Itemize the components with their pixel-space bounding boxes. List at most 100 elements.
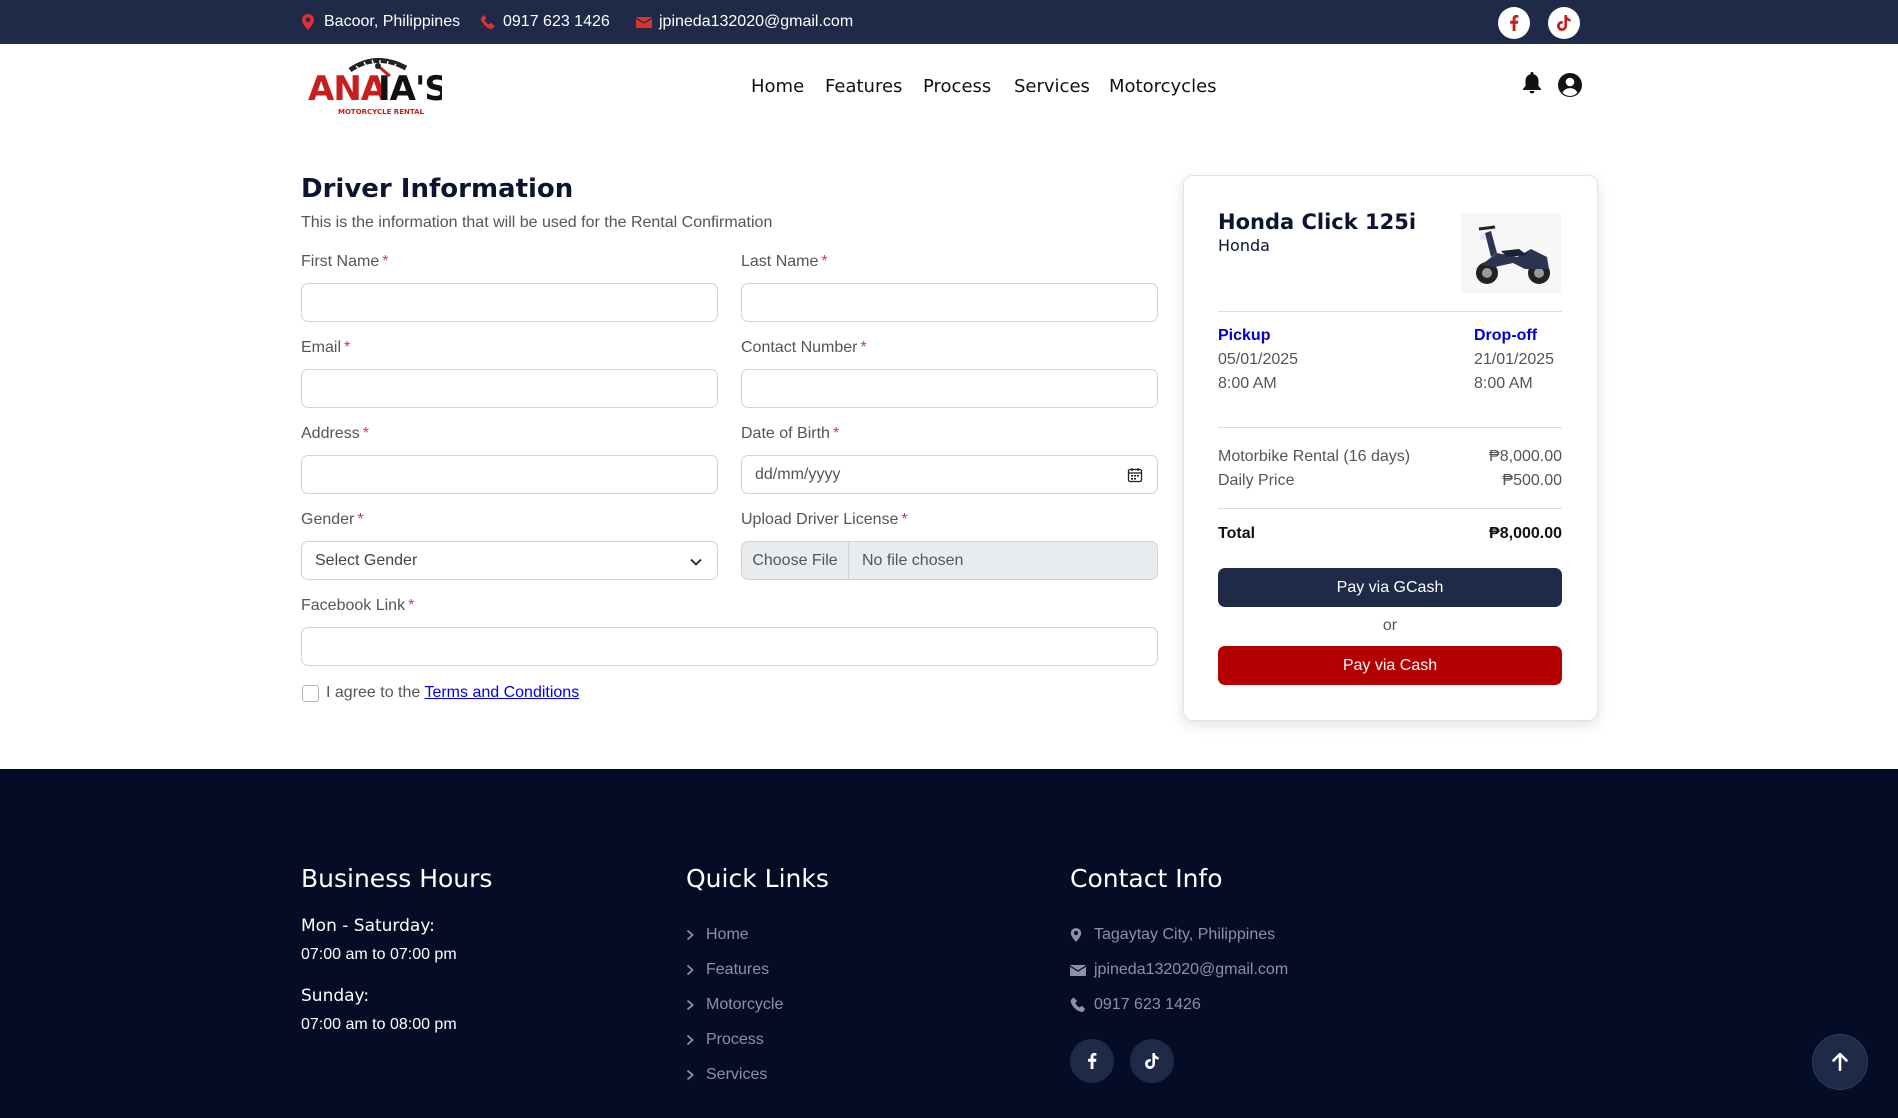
topbar-phone: 0917 623 1426: [480, 0, 610, 44]
nav-features[interactable]: Features: [825, 76, 902, 97]
back-to-top-button[interactable]: [1812, 1034, 1868, 1090]
nav-services[interactable]: Services: [1014, 76, 1090, 97]
tiktok-icon: [1557, 15, 1571, 31]
gender-label-text: Gender: [301, 511, 355, 528]
footer-phone: 0917 623 1426: [1070, 996, 1201, 1014]
terms-checkbox[interactable]: [302, 685, 319, 702]
rental-value: ₱8,000.00: [1489, 448, 1562, 465]
date-of-birth-placeholder: dd/mm/yyyy: [755, 466, 841, 483]
pay-cash-button[interactable]: Pay via Cash: [1218, 646, 1562, 685]
footer-link-label: Features: [706, 961, 770, 978]
footer-tiktok-button[interactable]: [1130, 1039, 1174, 1083]
address-input[interactable]: [301, 455, 718, 494]
map-pin-icon: [1070, 927, 1086, 943]
motorcycle-brand: Honda: [1218, 236, 1270, 255]
map-pin-icon: [301, 14, 317, 30]
first-name-label: First Name *: [301, 253, 388, 271]
email-input[interactable]: [301, 369, 718, 408]
contact-number-label: Contact Number *: [741, 339, 867, 357]
required-mark: *: [860, 339, 867, 356]
chevron-right-icon: [686, 1069, 694, 1081]
top-info-bar: Bacoor, Philippines 0917 623 1426 jpined…: [0, 0, 1898, 44]
footer-facebook-button[interactable]: [1070, 1039, 1114, 1083]
footer-link-label: Motorcycle: [706, 996, 784, 1013]
date-of-birth-label: Date of Birth *: [741, 425, 839, 443]
last-name-label: Last Name *: [741, 253, 828, 271]
notifications-button[interactable]: [1522, 72, 1544, 96]
envelope-icon: [636, 14, 652, 30]
driver-license-file-input[interactable]: Choose File No file chosen: [741, 541, 1158, 580]
no-file-chosen-text: No file chosen: [862, 552, 964, 569]
pickup-label: Pickup: [1218, 327, 1271, 344]
email-label: Email *: [301, 339, 350, 357]
rental-label: Motorbike Rental (16 days): [1218, 448, 1411, 465]
required-mark: *: [344, 339, 351, 356]
user-circle-icon: [1558, 73, 1582, 97]
or-separator: or: [1382, 617, 1398, 634]
first-name-input[interactable]: [301, 283, 718, 322]
chevron-down-icon: [690, 558, 702, 566]
facebook-icon: [1510, 15, 1519, 31]
contact-number-input[interactable]: [741, 369, 1158, 408]
brand-logo[interactable]: ANA IA'S MOTORCYCLE RENTAL: [306, 54, 449, 120]
footer-email[interactable]: jpineda132020@gmail.com: [1070, 961, 1288, 979]
footer-email-text: jpineda132020@gmail.com: [1094, 961, 1289, 978]
business-hours-title: Business Hours: [301, 864, 493, 893]
motorcycle-name: Honda Click 125i: [1218, 210, 1417, 234]
last-name-input[interactable]: [741, 283, 1158, 322]
terms-agreement-text: I agree to the: [326, 684, 421, 701]
topbar-tiktok-button[interactable]: [1548, 7, 1580, 39]
quick-links-title: Quick Links: [686, 864, 829, 893]
user-account-button[interactable]: [1557, 72, 1583, 98]
calendar-icon[interactable]: [1127, 467, 1143, 483]
total-label: Total: [1218, 525, 1256, 542]
footer-link-label: Process: [706, 1031, 764, 1048]
weekday-label: Mon - Saturday:: [301, 916, 435, 936]
chevron-right-icon: [686, 1034, 694, 1046]
contact-number-label-text: Contact Number: [741, 339, 858, 356]
footer-location: Tagaytay City, Philippines: [1070, 926, 1275, 944]
footer-location-text: Tagaytay City, Philippines: [1094, 926, 1276, 943]
terms-link[interactable]: Terms and Conditions: [424, 684, 579, 701]
svg-text:ANA: ANA: [308, 69, 388, 109]
weekday-hours: 07:00 am to 07:00 pm: [301, 946, 457, 963]
driver-license-label-text: Upload Driver License: [741, 511, 899, 528]
svg-text:IA'S: IA'S: [378, 69, 442, 109]
summary-divider: [1218, 311, 1562, 312]
facebook-link-input[interactable]: [301, 627, 1158, 666]
address-label: Address *: [301, 425, 369, 443]
footer-link-services[interactable]: Services: [686, 1066, 767, 1084]
footer-link-home[interactable]: Home: [686, 926, 749, 944]
date-of-birth-label-text: Date of Birth: [741, 425, 830, 442]
page-title: Driver Information: [301, 174, 574, 204]
gender-selected-value: Select Gender: [315, 552, 418, 569]
footer-link-label: Home: [706, 926, 749, 943]
gender-select[interactable]: Select Gender: [301, 541, 718, 580]
topbar-facebook-button[interactable]: [1498, 7, 1530, 39]
topbar-email-text[interactable]: jpineda132020@gmail.com: [659, 13, 853, 31]
footer-phone-text: 0917 623 1426: [1094, 996, 1201, 1013]
footer-link-features[interactable]: Features: [686, 961, 769, 979]
summary-divider: [1218, 427, 1562, 428]
phone-icon: [1070, 997, 1086, 1013]
dropoff-label: Drop-off: [1474, 327, 1538, 344]
footer-link-process[interactable]: Process: [686, 1031, 764, 1049]
required-mark: *: [382, 253, 389, 270]
daily-price-value: ₱500.00: [1502, 472, 1562, 489]
gender-label: Gender *: [301, 511, 364, 529]
pay-gcash-button[interactable]: Pay via GCash: [1218, 568, 1562, 607]
bell-icon: [1523, 72, 1541, 94]
nav-home[interactable]: Home: [751, 76, 804, 97]
phone-icon: [480, 14, 496, 30]
required-mark: *: [408, 597, 415, 614]
date-of-birth-input[interactable]: dd/mm/yyyy: [741, 455, 1158, 494]
footer-link-label: Services: [706, 1066, 768, 1083]
nav-process[interactable]: Process: [923, 76, 991, 97]
arrow-up-icon: [1832, 1053, 1848, 1071]
nav-motorcycles[interactable]: Motorcycles: [1109, 76, 1217, 97]
sunday-hours: 07:00 am to 08:00 pm: [301, 1016, 457, 1033]
choose-file-button[interactable]: Choose File: [742, 542, 849, 579]
last-name-label-text: Last Name: [741, 253, 819, 270]
motorcycle-image: [1461, 213, 1561, 293]
footer-link-motorcycle[interactable]: Motorcycle: [686, 996, 783, 1014]
